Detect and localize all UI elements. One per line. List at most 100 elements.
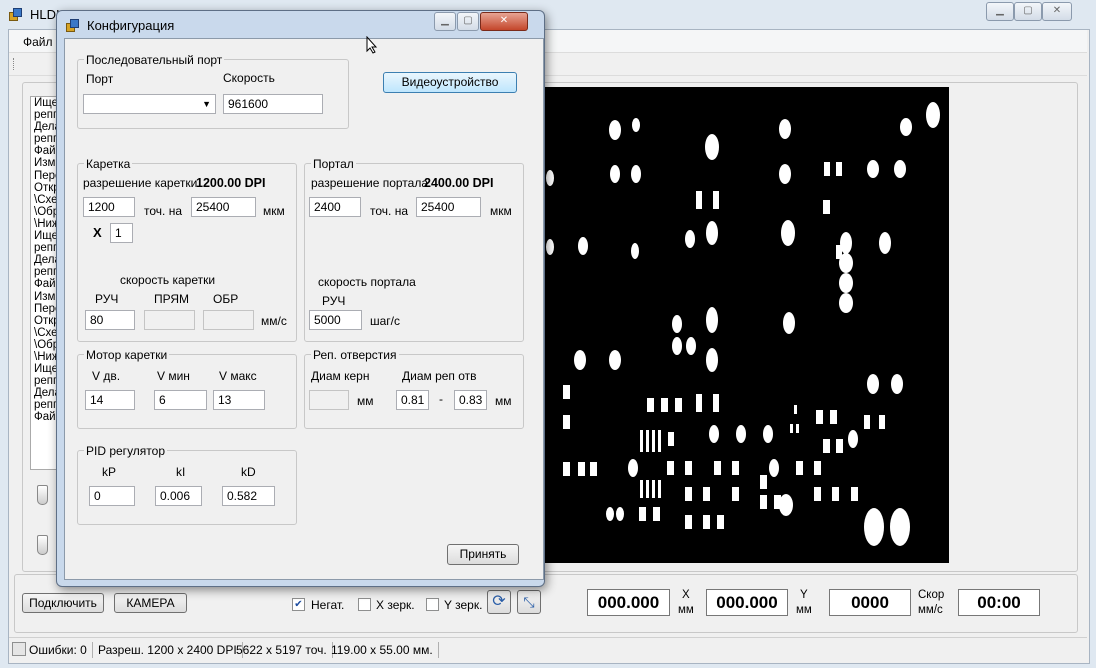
carriage-length-field[interactable]: 25400 <box>191 197 256 217</box>
log-line: репп <box>34 109 60 122</box>
app-icon <box>9 8 22 21</box>
portal-dots-unit: точ. на <box>370 204 408 218</box>
log-line: Дела <box>34 387 60 400</box>
motor-vdv-field[interactable]: 14 <box>85 390 135 410</box>
log-line: Фай <box>34 278 56 291</box>
carriage-resolution-label: разрешение каретки <box>83 176 198 190</box>
log-line: Пере <box>34 169 60 182</box>
dialog-maximize-icon[interactable]: ▢ <box>457 12 479 31</box>
pid-kp-field[interactable]: 0 <box>89 486 135 506</box>
log-line: \Схе <box>34 326 58 339</box>
mirror-x-checkbox[interactable] <box>358 598 371 611</box>
slider-handle-2[interactable] <box>37 535 48 555</box>
mouse-cursor-icon <box>366 36 378 54</box>
serial-port-group-title: Последовательный порт <box>84 53 225 67</box>
log-line: \Ниж <box>34 217 60 230</box>
minimize-icon[interactable]: ▁ <box>986 2 1014 21</box>
carriage-speed-unit: мм/с <box>261 314 287 328</box>
x-readout: 000.000 <box>587 589 670 616</box>
log-line: Откр <box>34 181 60 194</box>
connect-button[interactable]: Подключить <box>22 593 104 613</box>
hole-diameter-max-field[interactable]: 0.83 <box>454 390 487 410</box>
negative-checkbox[interactable]: ✔ <box>292 598 305 611</box>
motor-vmin-field[interactable]: 6 <box>154 390 207 410</box>
motor-vmax-field[interactable]: 13 <box>213 390 265 410</box>
status-resolution: Разреш. 1200 x 2400 DPI <box>98 642 243 658</box>
carriage-resolution-value: 1200.00 DPI <box>196 176 266 190</box>
errors-indicator-icon <box>12 642 26 656</box>
carriage-dots-field[interactable]: 1200 <box>83 197 135 217</box>
carriage-manual-speed-field[interactable]: 80 <box>85 310 135 330</box>
dialog-icon <box>66 19 79 32</box>
pid-ki-field[interactable]: 0.006 <box>155 486 202 506</box>
baud-rate-field[interactable]: 961600 <box>223 94 323 114</box>
motor-vmin-label: V мин <box>157 369 190 383</box>
carriage-manual-label: РУЧ <box>95 292 119 306</box>
log-line: Ищет <box>34 230 59 243</box>
status-bar: Ошибки: 0 Разреш. 1200 x 2400 DPI 5622 x… <box>9 637 1087 662</box>
log-line: Дела <box>34 254 60 267</box>
carriage-multiplier-field[interactable]: 1 <box>110 223 133 243</box>
x-unit: мм <box>678 604 694 616</box>
log-line: репп <box>34 133 60 146</box>
kern-diameter-unit: мм <box>357 394 374 408</box>
dialog-minimize-icon[interactable]: ▁ <box>434 12 456 31</box>
dialog-window-controls: ▁ ▢ ✕ <box>434 12 534 32</box>
pid-kd-label: kD <box>241 465 256 479</box>
time-readout: 00:00 <box>958 589 1040 616</box>
carriage-reverse-label: ОБР <box>213 292 239 306</box>
log-line: репп <box>34 266 60 279</box>
fit-to-view-icon[interactable]: ⤡ <box>517 590 541 614</box>
camera-button[interactable]: КАМЕРА <box>114 593 187 613</box>
portal-manual-speed-field[interactable]: 5000 <box>309 310 362 330</box>
motor-group-title: Мотор каретки <box>84 348 170 362</box>
video-device-button[interactable]: Видеоустройство <box>383 72 517 93</box>
status-errors: Ошибки: 0 <box>29 642 93 658</box>
portal-resolution-label: разрешение портала <box>311 176 428 190</box>
log-line: \Схе <box>34 193 58 206</box>
accept-button[interactable]: Принять <box>447 544 519 565</box>
hole-diameter-unit: мм <box>495 394 512 408</box>
pid-kd-field[interactable]: 0.582 <box>222 486 275 506</box>
carriage-length-unit: мкм <box>263 204 285 218</box>
port-label: Порт <box>86 72 114 86</box>
maximize-icon[interactable]: ▢ <box>1014 2 1042 21</box>
log-line: Фай <box>34 145 56 158</box>
pid-ki-label: kI <box>176 465 186 479</box>
dialog-close-icon[interactable]: ✕ <box>480 12 528 31</box>
port-select[interactable]: ▼ <box>83 94 216 114</box>
y-label: Y <box>800 589 808 601</box>
portal-speed-title: скорость портала <box>318 275 416 289</box>
log-line: Ищет <box>34 97 59 109</box>
x-label: X <box>682 589 690 601</box>
portal-resolution-value: 2400.00 DPI <box>424 176 494 190</box>
hole-diameter-dash: - <box>439 392 443 406</box>
y-readout: 000.000 <box>706 589 788 616</box>
carriage-speed-title: скорость каретки <box>120 273 216 287</box>
carriage-forward-label: ПРЯМ <box>154 292 190 306</box>
log-line: Пере <box>34 302 60 315</box>
log-line: \Обр <box>34 205 60 218</box>
log-line: Изм <box>34 157 56 170</box>
speed-label-serial: Скорость <box>223 71 275 85</box>
carriage-reverse-speed-field <box>203 310 254 330</box>
log-line: Дела <box>34 121 60 134</box>
refresh-icon[interactable]: ⟳ <box>487 590 511 614</box>
status-points: 5622 x 5197 точ. <box>236 642 333 658</box>
toolstrip-grip-icon <box>13 58 16 70</box>
chevron-down-icon[interactable]: ▼ <box>202 95 211 113</box>
close-icon[interactable]: ✕ <box>1042 2 1072 21</box>
portal-manual-label: РУЧ <box>322 294 346 308</box>
menu-file[interactable]: Файл <box>23 35 53 49</box>
portal-dots-field[interactable]: 2400 <box>309 197 361 217</box>
slider-handle-1[interactable] <box>37 485 48 505</box>
portal-length-field[interactable]: 25400 <box>416 197 481 217</box>
log-line: репп <box>34 375 60 388</box>
log-line: репп <box>34 242 60 255</box>
log-line: Фай <box>34 411 56 424</box>
log-line: Откр <box>34 314 60 327</box>
dialog-title: Конфигурация <box>87 18 175 33</box>
portal-length-unit: мкм <box>490 204 512 218</box>
mirror-y-checkbox[interactable] <box>426 598 439 611</box>
hole-diameter-min-field[interactable]: 0.81 <box>396 390 429 410</box>
